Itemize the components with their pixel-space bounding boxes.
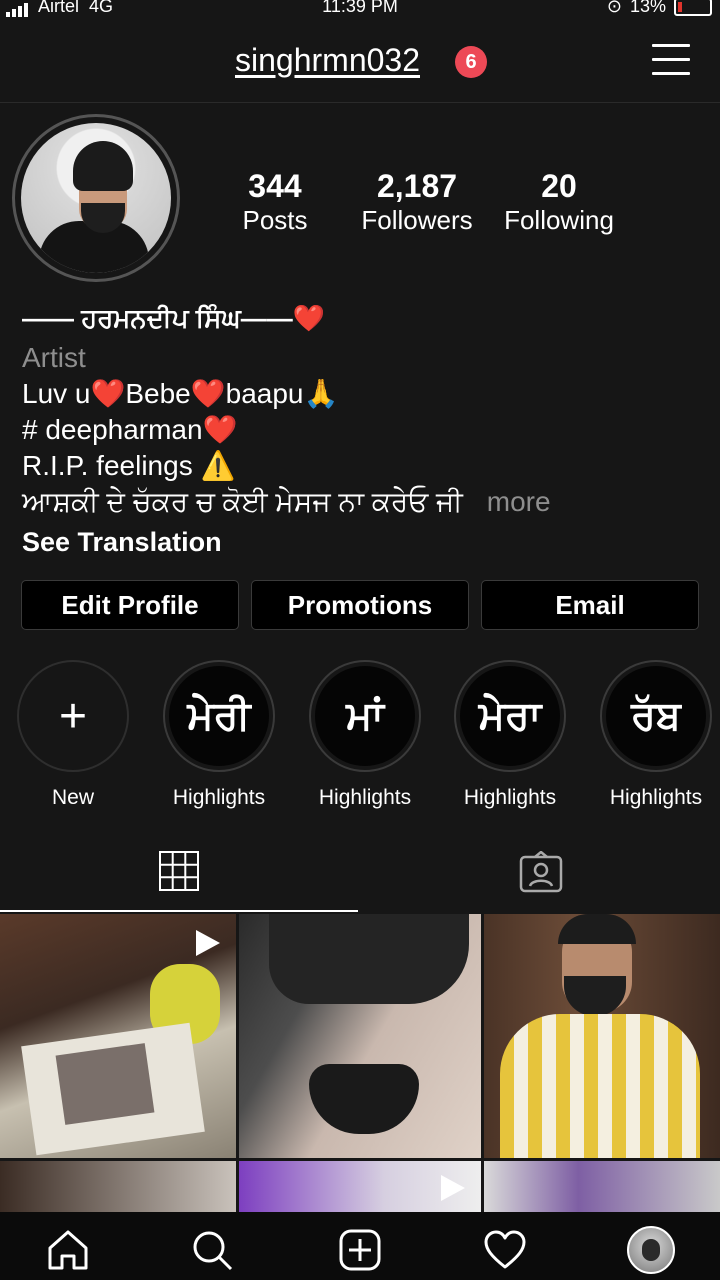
username-switcher[interactable]: singhrmn032 (235, 42, 420, 79)
highlight-label: Highlights (172, 786, 266, 809)
highlight-label: Highlights (463, 786, 557, 809)
home-icon[interactable] (46, 1228, 90, 1272)
highlight-item[interactable]: ਮਾਂ Highlights (307, 660, 423, 810)
highlight-label: Highlights (318, 786, 412, 809)
following-value: 20 (541, 168, 577, 204)
see-translation-link[interactable]: See Translation (22, 524, 702, 560)
profile-photo (21, 123, 171, 273)
followers-count[interactable]: 2,187 Followers (352, 168, 482, 236)
status-bar: Airtel 4G 11:39 PM ⊙ 13% (0, 0, 720, 22)
highlight-cover: ਮੇਰੀ (169, 666, 269, 766)
posts-count[interactable]: 344 Posts (230, 168, 320, 236)
plus-icon: + (58, 689, 88, 743)
post-thumbnail[interactable] (239, 914, 481, 1158)
highlight-label: New (51, 786, 94, 809)
bio-line: R.I.P. feelings ⚠️ (22, 450, 236, 481)
following-label: Following (504, 205, 614, 235)
promotions-button[interactable]: Promotions (251, 580, 469, 630)
email-button[interactable]: Email (481, 580, 699, 630)
highlight-cover: ਮੇਰਾ (460, 666, 560, 766)
rotation-lock-icon: ⊙ (606, 0, 622, 16)
bio-line: Luv u❤️Bebe❤️baapu🙏 (22, 378, 339, 409)
new-post-icon[interactable] (338, 1228, 382, 1272)
posts-label: Posts (242, 205, 308, 235)
highlight-label: Highlights (609, 786, 703, 809)
following-count[interactable]: 20 Following (494, 168, 624, 236)
search-icon[interactable] (190, 1228, 234, 1272)
tab-grid[interactable] (0, 832, 358, 912)
video-icon (196, 930, 220, 956)
followers-value: 2,187 (376, 168, 458, 204)
followers-label: Followers (361, 205, 473, 235)
bio-line: ਆਸ਼ਕੀ ਦੇ ਚੱਕਰ ਚ ਕੋਈ ਮੇਸਜ ਨਾ ਕਰੇਓ ਜੀ (22, 486, 463, 517)
grid-icon (159, 851, 199, 891)
video-icon (441, 1175, 465, 1201)
highlight-item[interactable]: ਮੇਰੀ Highlights (161, 660, 277, 810)
profile-header: singhrmn032 6 (0, 22, 720, 103)
more-link[interactable]: more (487, 486, 551, 517)
posts-grid (0, 914, 720, 1221)
profile-bio: —— ਹਰਮਨਦੀਪ ਸਿੰਘ——❤️ Artist Luv u❤️Bebe❤️… (22, 300, 702, 560)
posts-value: 344 (248, 168, 302, 204)
tab-tagged[interactable] (362, 832, 720, 912)
post-thumbnail[interactable] (0, 914, 236, 1158)
menu-icon[interactable] (652, 44, 690, 78)
display-name: —— ਹਰਮਨਦੀਪ ਸਿੰਘ——❤️ (22, 303, 326, 333)
highlight-item[interactable]: ਰੱਬ Highlights (598, 660, 714, 810)
notification-badge[interactable]: 6 (455, 46, 487, 78)
profile-avatar[interactable] (627, 1226, 675, 1274)
highlight-cover: ਮਾਂ (315, 666, 415, 766)
edit-profile-button[interactable]: Edit Profile (21, 580, 239, 630)
activity-heart-icon[interactable] (483, 1228, 527, 1272)
highlight-item[interactable]: ਮੇਰਾ Highlights (452, 660, 568, 810)
battery-icon (674, 0, 712, 16)
battery-percent: 13% (629, 0, 666, 16)
profile-avatar[interactable] (12, 114, 180, 282)
tagged-icon (519, 851, 563, 893)
highlight-new[interactable]: + New (15, 660, 131, 810)
post-thumbnail[interactable] (484, 914, 720, 1158)
bottom-nav (0, 1212, 720, 1280)
bio-line: # deepharman❤️ (22, 414, 238, 445)
profile-tabs (0, 832, 720, 912)
highlight-cover: ਰੱਬ (606, 666, 706, 766)
category-label: Artist (22, 342, 86, 373)
